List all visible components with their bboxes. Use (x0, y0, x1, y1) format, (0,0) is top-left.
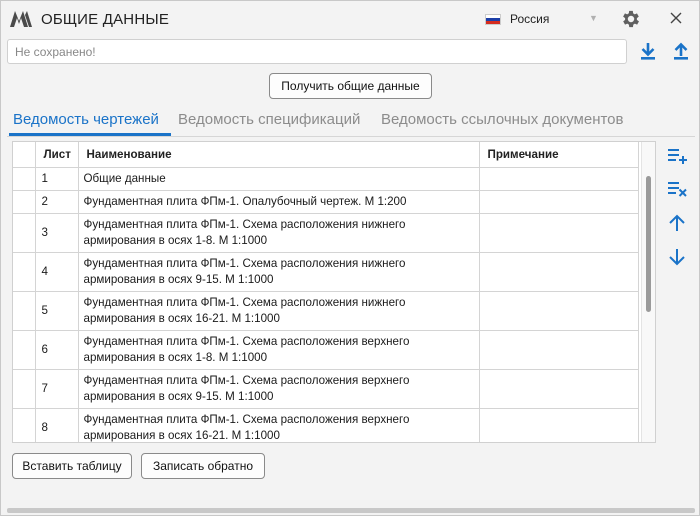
row-selector[interactable] (13, 213, 36, 253)
row-selector[interactable] (13, 252, 36, 292)
row-selector[interactable] (13, 330, 36, 370)
cell-note[interactable] (479, 369, 639, 409)
cell-name[interactable]: Фундаментная плита ФПм-1. Схема располож… (78, 330, 480, 370)
gear-icon[interactable] (620, 8, 642, 30)
cell-sheet[interactable]: 8 (35, 408, 79, 442)
arrow-down-icon[interactable] (666, 247, 688, 267)
cell-name[interactable]: Фундаментная плита ФПм-1. Схема располож… (78, 252, 480, 292)
close-icon[interactable] (667, 9, 685, 27)
logo-icon (10, 11, 32, 27)
add-row-icon[interactable] (666, 145, 688, 165)
cell-note[interactable] (479, 213, 639, 253)
cell-sheet[interactable]: 3 (35, 213, 79, 253)
vertical-scrollbar[interactable] (641, 142, 655, 442)
arrow-up-icon[interactable] (666, 213, 688, 233)
country-select-value: Россия (510, 12, 550, 26)
table-header: Лист Наименование Примечание (13, 142, 639, 168)
cell-name[interactable]: Фундаментная плита ФПм-1. Схема располож… (78, 213, 480, 253)
cell-note[interactable] (479, 408, 639, 442)
cell-note[interactable] (479, 330, 639, 370)
download-icon[interactable] (639, 41, 657, 61)
upload-icon[interactable] (672, 41, 690, 61)
table-row[interactable]: 4 Фундаментная плита ФПм-1. Схема распол… (13, 252, 639, 292)
table-row[interactable]: 1 Общие данные (13, 167, 639, 191)
cell-sheet[interactable]: 5 (35, 291, 79, 331)
drawings-table[interactable]: Лист Наименование Примечание 1 Общие дан… (12, 141, 656, 443)
cell-name[interactable]: Фундаментная плита ФПм-1. Схема располож… (78, 408, 480, 442)
table-row[interactable]: 7 Фундаментная плита ФПм-1. Схема распол… (13, 369, 639, 409)
cell-name[interactable]: Фундаментная плита ФПм-1. Схема располож… (78, 291, 480, 331)
table-row[interactable]: 2 Фундаментная плита ФПм-1. Опалубочный … (13, 190, 639, 214)
scrollbar-thumb[interactable] (646, 176, 651, 312)
russia-flag-icon (485, 14, 501, 25)
cell-sheet[interactable]: 2 (35, 190, 79, 214)
column-header-note[interactable]: Примечание (479, 142, 639, 168)
cell-name[interactable]: Общие данные (78, 167, 480, 191)
chevron-down-icon: ▼ (589, 13, 598, 23)
table-row[interactable]: 3 Фундаментная плита ФПм-1. Схема распол… (13, 213, 639, 253)
status-field[interactable]: Не сохранено! (7, 39, 627, 64)
write-back-button[interactable]: Записать обратно (141, 453, 265, 479)
row-selector[interactable] (13, 167, 36, 191)
tab-drawings[interactable]: Ведомость чертежей (13, 111, 159, 128)
tab-specifications[interactable]: Ведомость спецификаций (178, 111, 360, 128)
bottom-status-bar (7, 508, 695, 513)
cell-sheet[interactable]: 6 (35, 330, 79, 370)
insert-table-button[interactable]: Вставить таблицу (12, 453, 132, 479)
column-header-sheet[interactable]: Лист (35, 142, 79, 168)
row-selector[interactable] (13, 369, 36, 409)
row-selector[interactable] (13, 291, 36, 331)
table-row[interactable]: 6 Фундаментная плита ФПм-1. Схема распол… (13, 330, 639, 370)
row-selector[interactable] (13, 190, 36, 214)
cell-name[interactable]: Фундаментная плита ФПм-1. Схема располож… (78, 369, 480, 409)
tab-reference-documents[interactable]: Ведомость ссылочных документов (381, 111, 624, 128)
tab-bar: Ведомость чертежей Ведомость спецификаци… (7, 111, 695, 137)
cell-sheet[interactable]: 1 (35, 167, 79, 191)
cell-note[interactable] (479, 167, 639, 191)
window-title: ОБЩИЕ ДАННЫЕ (41, 11, 170, 28)
cell-note[interactable] (479, 190, 639, 214)
get-data-button[interactable]: Получить общие данные (269, 73, 432, 99)
cell-sheet[interactable]: 7 (35, 369, 79, 409)
column-header-name[interactable]: Наименование (78, 142, 480, 168)
title-bar: ОБЩИЕ ДАННЫЕ Россия ▼ (1, 1, 699, 37)
cell-sheet[interactable]: 4 (35, 252, 79, 292)
tab-divider (7, 136, 695, 137)
delete-row-icon[interactable] (666, 178, 688, 198)
table-row[interactable]: 5 Фундаментная плита ФПм-1. Схема распол… (13, 291, 639, 331)
cell-note[interactable] (479, 291, 639, 331)
row-selector[interactable] (13, 408, 36, 442)
app-window: ОБЩИЕ ДАННЫЕ Россия ▼ Не сохранено! Полу… (0, 0, 700, 516)
country-select[interactable]: Россия ▼ (483, 9, 603, 29)
cell-note[interactable] (479, 252, 639, 292)
cell-name[interactable]: Фундаментная плита ФПм-1. Опалубочный че… (78, 190, 480, 214)
select-all-cell[interactable] (13, 142, 36, 168)
table-row[interactable]: 8 Фундаментная плита ФПм-1. Схема распол… (13, 408, 639, 442)
